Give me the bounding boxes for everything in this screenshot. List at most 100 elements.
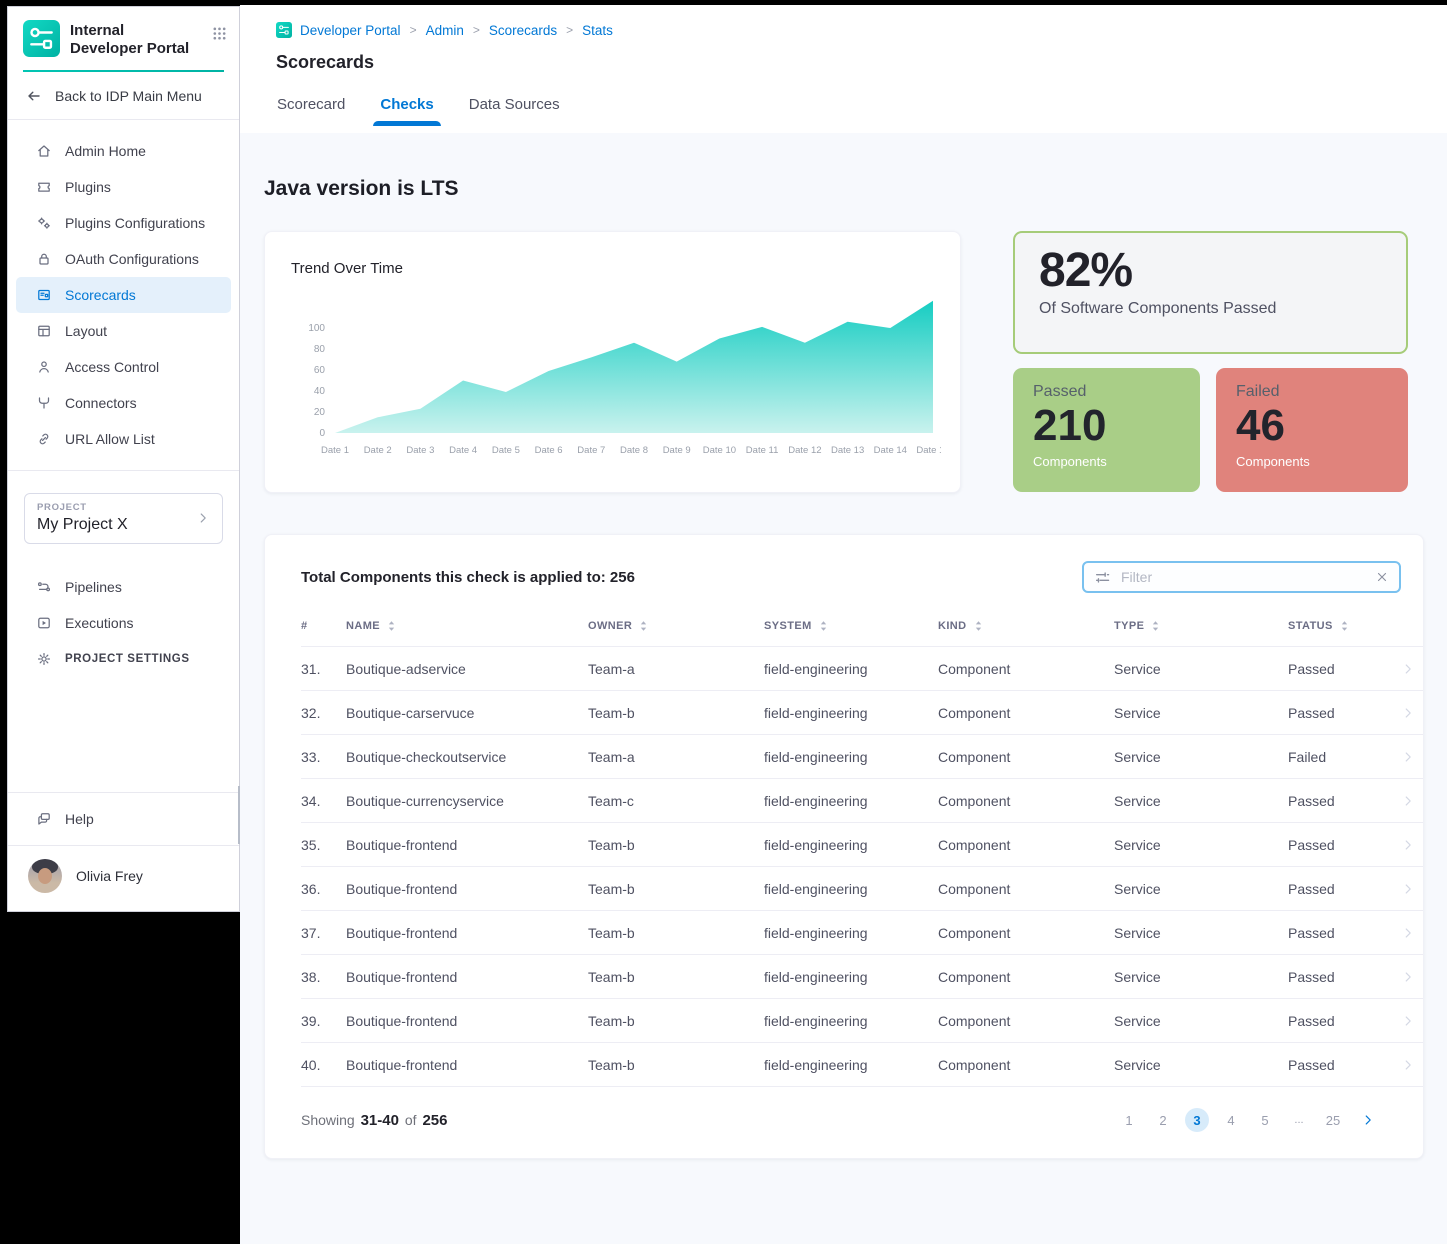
x-tick-label: Date 6: [535, 445, 563, 456]
page-button-3[interactable]: 3: [1185, 1108, 1209, 1132]
cell-name: Boutique-adservice: [346, 661, 588, 677]
tab-scorecard[interactable]: Scorecard: [277, 96, 345, 126]
tab-label: Scorecard: [277, 96, 345, 113]
sidebar-item-executions[interactable]: Executions: [16, 605, 231, 641]
sidebar-item-url-allow-list[interactable]: URL Allow List: [16, 421, 231, 457]
row-chevron-right-icon: [1397, 926, 1423, 940]
column-header-kind[interactable]: KIND: [938, 620, 1114, 632]
cell-name: Boutique-frontend: [346, 969, 588, 985]
table-row[interactable]: 38.Boutique-frontendTeam-bfield-engineer…: [301, 955, 1423, 999]
table-row[interactable]: 31.Boutique-adserviceTeam-afield-enginee…: [301, 647, 1423, 691]
breadcrumb-link-admin[interactable]: Admin: [426, 23, 464, 38]
breadcrumb-separator: >: [557, 23, 582, 37]
page-button-4[interactable]: 4: [1219, 1108, 1243, 1132]
content-area: Java version is LTS Trend Over Time 0204…: [240, 133, 1447, 1244]
x-tick-label: Date 11: [746, 445, 779, 456]
sidebar-item-plugins[interactable]: Plugins: [16, 169, 231, 205]
sort-icon[interactable]: [639, 620, 648, 632]
sidebar-item-layout[interactable]: Layout: [16, 313, 231, 349]
x-tick-label: Date 5: [492, 445, 520, 456]
breadcrumb-link-scorecards[interactable]: Scorecards: [489, 23, 557, 38]
sort-icon[interactable]: [1151, 620, 1160, 632]
page-button-2[interactable]: 2: [1151, 1108, 1175, 1132]
back-to-idp-main-menu[interactable]: Back to IDP Main Menu: [8, 72, 239, 120]
summary-percent: 82%: [1039, 243, 1382, 298]
table-row[interactable]: 36.Boutique-frontendTeam-bfield-engineer…: [301, 867, 1423, 911]
table-row[interactable]: 35.Boutique-frontendTeam-bfield-engineer…: [301, 823, 1423, 867]
y-tick-label: 60: [314, 365, 326, 376]
plugins-config-icon: [36, 215, 52, 231]
filter-sliders-icon[interactable]: [1094, 569, 1111, 586]
stat-row: Passed 210 Components Failed 46 Componen…: [1013, 368, 1408, 492]
cell-name: Boutique-frontend: [346, 1057, 588, 1073]
column-header-owner[interactable]: OWNER: [588, 620, 764, 632]
cell-name: Boutique-checkoutservice: [346, 749, 588, 765]
row-chevron-right-icon: [1397, 794, 1423, 808]
sort-icon[interactable]: [819, 620, 828, 632]
chevron-right-icon: [196, 511, 210, 525]
y-tick-label: 80: [314, 344, 326, 355]
cell-status: Passed: [1288, 837, 1397, 853]
page-button-5[interactable]: 5: [1253, 1108, 1277, 1132]
user-profile[interactable]: Olivia Frey: [8, 845, 239, 911]
next-page-button[interactable]: [1361, 1113, 1375, 1127]
table-row[interactable]: 40.Boutique-frontendTeam-bfield-engineer…: [301, 1043, 1423, 1087]
table-row[interactable]: 34.Boutique-currencyserviceTeam-cfield-e…: [301, 779, 1423, 823]
table-row[interactable]: 32.Boutique-carservuceTeam-bfield-engine…: [301, 691, 1423, 735]
sort-icon[interactable]: [1340, 620, 1349, 632]
cell-system: field-engineering: [764, 969, 938, 985]
sidebar-item-pipelines[interactable]: Pipelines: [16, 569, 231, 605]
filter-input[interactable]: [1119, 568, 1367, 586]
sidebar-item-label: PROJECT SETTINGS: [65, 653, 190, 665]
cell-status: Passed: [1288, 881, 1397, 897]
showing-total: 256: [420, 1112, 449, 1129]
breadcrumb-link-stats[interactable]: Stats: [582, 23, 613, 38]
table-row[interactable]: 37.Boutique-frontendTeam-bfield-engineer…: [301, 911, 1423, 955]
project-selector[interactable]: PROJECT My Project X: [24, 493, 223, 544]
table-row[interactable]: 33.Boutique-checkoutserviceTeam-afield-e…: [301, 735, 1423, 779]
column-header-status[interactable]: STATUS: [1288, 620, 1397, 632]
page-button-1[interactable]: 1: [1117, 1108, 1141, 1132]
row-number: 32.: [301, 705, 346, 721]
page-button-25[interactable]: 25: [1321, 1108, 1345, 1132]
cell-type: Service: [1114, 793, 1288, 809]
x-tick-label: Date 8: [620, 445, 648, 456]
sort-icon[interactable]: [387, 620, 396, 632]
table-title: Total Components this check is applied t…: [301, 569, 635, 586]
cell-status: Passed: [1288, 1057, 1397, 1073]
sidebar-item-admin-home[interactable]: Admin Home: [16, 133, 231, 169]
y-tick-label: 40: [314, 386, 326, 397]
brand-line1: Internal: [70, 22, 202, 40]
trend-chart-card: Trend Over Time 020406080100Date 1Date 2…: [264, 231, 961, 493]
row-number: 31.: [301, 661, 346, 677]
sidebar-item-plugins-configurations[interactable]: Plugins Configurations: [16, 205, 231, 241]
sort-icon[interactable]: [974, 620, 983, 632]
table-row[interactable]: 39.Boutique-frontendTeam-bfield-engineer…: [301, 999, 1423, 1043]
cell-owner: Team-b: [588, 837, 764, 853]
sidebar-item-scorecards[interactable]: Scorecards: [16, 277, 231, 313]
cell-system: field-engineering: [764, 793, 938, 809]
sidebar-item-project-settings[interactable]: PROJECT SETTINGS: [16, 641, 231, 677]
help-button[interactable]: Help: [16, 801, 231, 837]
cell-name: Boutique-carservuce: [346, 705, 588, 721]
sidebar-item-access-control[interactable]: Access Control: [16, 349, 231, 385]
breadcrumb: Developer Portal>Admin>Scorecards>Stats: [276, 22, 1447, 38]
arrow-left-icon: [26, 88, 42, 104]
column-header-type[interactable]: TYPE: [1114, 620, 1288, 632]
column-header-name[interactable]: NAME: [346, 620, 588, 632]
sidebar-item-oauth-configurations[interactable]: OAuth Configurations: [16, 241, 231, 277]
x-tick-label: Date 2: [364, 445, 392, 456]
breadcrumb-link-developer-portal[interactable]: Developer Portal: [300, 23, 401, 38]
sidebar-divider: [8, 470, 239, 471]
clear-filter-icon[interactable]: [1375, 570, 1389, 584]
sidebar-item-connectors[interactable]: Connectors: [16, 385, 231, 421]
app-switcher-grid-icon[interactable]: [212, 20, 227, 46]
avatar: [28, 859, 62, 893]
cell-system: field-engineering: [764, 925, 938, 941]
cell-name: Boutique-frontend: [346, 1013, 588, 1029]
row-chevron-right-icon: [1397, 1058, 1423, 1072]
layout-icon: [36, 323, 52, 339]
tab-checks[interactable]: Checks: [380, 96, 433, 126]
column-header-system[interactable]: SYSTEM: [764, 620, 938, 632]
tab-data-sources[interactable]: Data Sources: [469, 96, 560, 126]
